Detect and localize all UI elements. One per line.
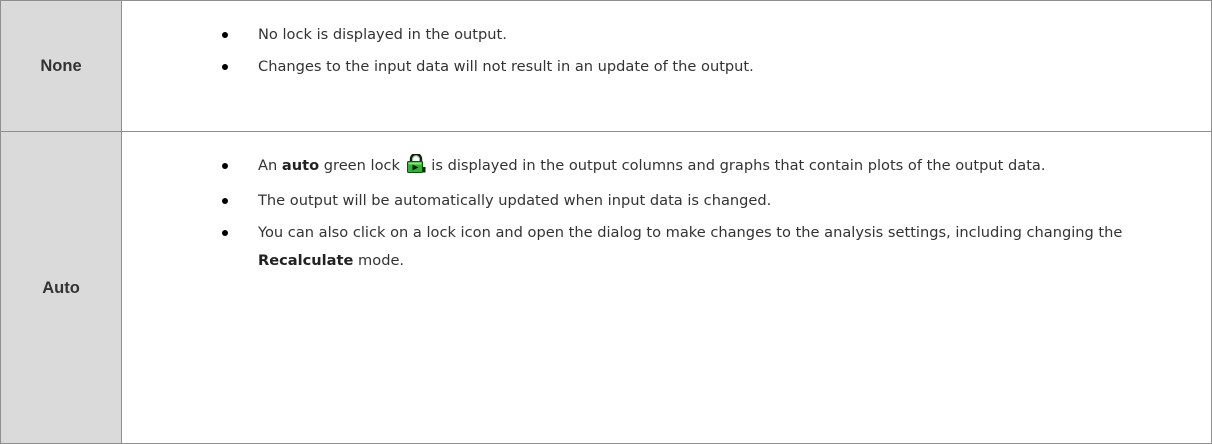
bullet-icon: [222, 230, 228, 236]
bold-keyword-auto: auto: [281, 157, 320, 174]
mode-label-cell: Auto: [0, 131, 122, 444]
bold-keyword-recalculate: Recalculate: [258, 252, 354, 269]
bullet-text-mid: green lock: [319, 157, 401, 174]
list-item: The output will be automatically updated…: [122, 187, 1211, 215]
bullet-text-post: is displayed in the output columns and g…: [426, 157, 1046, 174]
recalculate-modes-table: None No lock is displayed in the output.…: [0, 0, 1212, 444]
list-item: You can also click on a lock icon and op…: [122, 219, 1211, 275]
list-item: Changes to the input data will not resul…: [122, 53, 1211, 81]
mode-label-cell: None: [0, 0, 122, 132]
bullet-text: The output will be automatically updated…: [258, 192, 772, 209]
bullet-text: Changes to the input data will not resul…: [258, 58, 754, 75]
bullet-list: An auto green lock is displayed in the o…: [122, 132, 1211, 275]
green-lock-icon: [406, 152, 426, 183]
table-row: Auto An auto green lock is displayed in …: [0, 131, 1212, 444]
green-lock-icon-graphic: [406, 152, 426, 173]
bullet-text: No lock is displayed in the output.: [258, 26, 507, 43]
mode-label: None: [40, 57, 82, 75]
table-row: None No lock is displayed in the output.…: [0, 0, 1212, 132]
bullet-icon: [222, 32, 228, 38]
mode-description-cell: No lock is displayed in the output. Chan…: [121, 0, 1212, 132]
bullet-icon: [222, 163, 228, 169]
mode-description-cell: An auto green lock is displayed in the o…: [121, 131, 1212, 444]
bullet-text-pre: You can also click on a lock icon and op…: [258, 224, 1123, 241]
mode-label: Auto: [42, 278, 80, 297]
list-item: An auto green lock is displayed in the o…: [122, 152, 1211, 183]
bullet-text-pre: An: [258, 157, 282, 174]
bullet-text-post: mode.: [353, 252, 405, 269]
list-item: No lock is displayed in the output.: [122, 21, 1211, 49]
bullet-icon: [222, 64, 228, 70]
bullet-list: No lock is displayed in the output. Chan…: [122, 1, 1211, 81]
bullet-icon: [222, 198, 228, 204]
